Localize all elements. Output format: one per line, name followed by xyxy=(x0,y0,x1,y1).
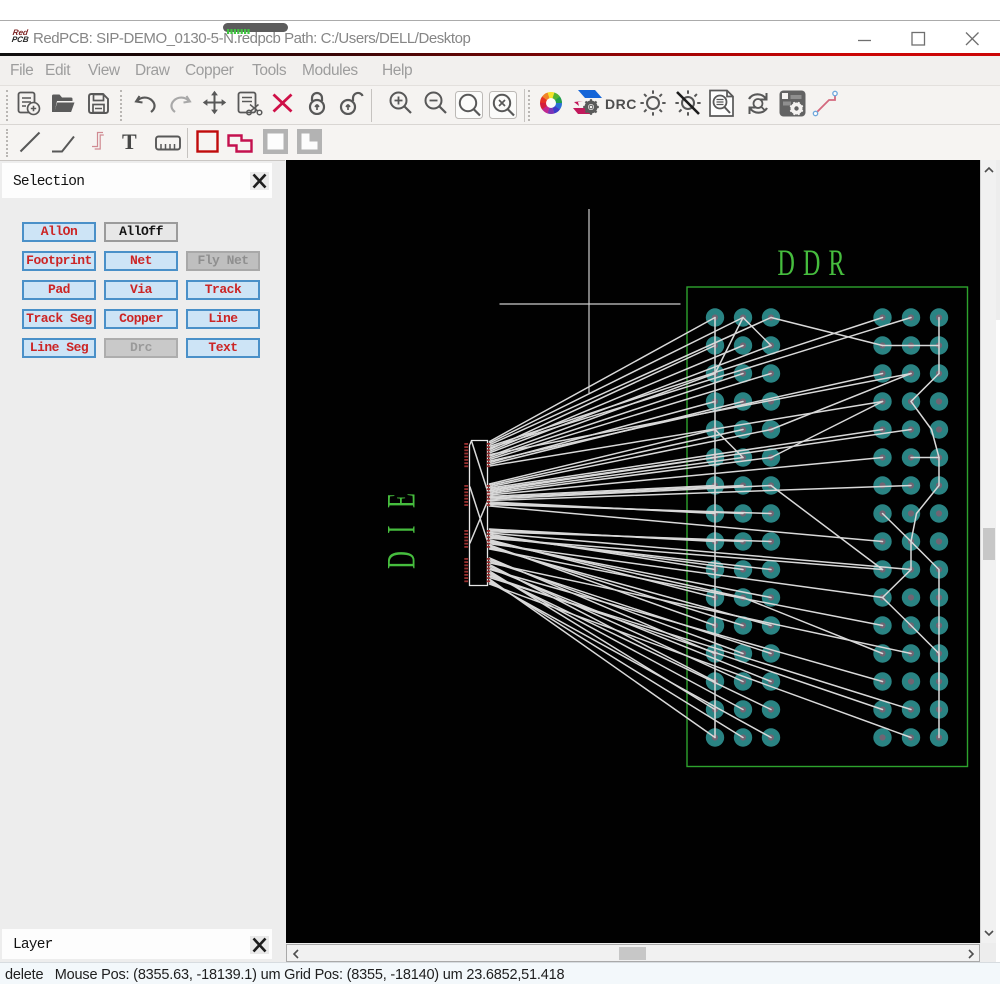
svg-text:DDR: DDR xyxy=(777,242,852,284)
svg-text:DIE: DIE xyxy=(379,476,423,569)
